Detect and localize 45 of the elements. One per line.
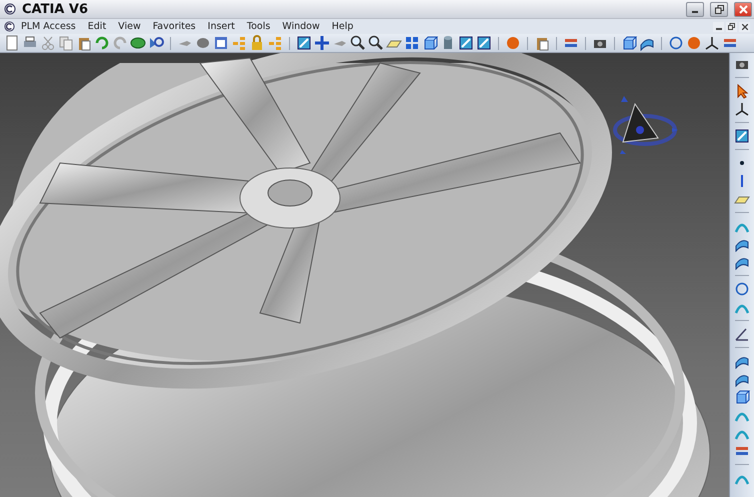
- app-logo-icon: [4, 3, 16, 15]
- app-logo-icon: [4, 21, 15, 32]
- frame-icon[interactable]: [458, 35, 474, 51]
- menu-item[interactable]: View: [112, 21, 147, 32]
- grid-icon[interactable]: [404, 35, 420, 51]
- menu-item[interactable]: PLM Access: [15, 21, 82, 32]
- close-button[interactable]: [739, 22, 750, 32]
- window-title: CATIA V6: [22, 2, 89, 16]
- restore-button[interactable]: [726, 22, 737, 32]
- sphere-icon[interactable]: [505, 35, 521, 51]
- close-icon: [738, 4, 748, 14]
- minimize-button[interactable]: [686, 2, 704, 16]
- menu-item[interactable]: Tools: [240, 21, 276, 32]
- paste-icon[interactable]: [76, 35, 92, 51]
- axis-icon[interactable]: [734, 101, 750, 117]
- menu-item[interactable]: Favorites: [146, 21, 202, 32]
- new-document-icon[interactable]: [4, 35, 20, 51]
- frame-icon[interactable]: [476, 35, 492, 51]
- four-way-arrow-icon[interactable]: [314, 35, 330, 51]
- padlock-icon[interactable]: [249, 35, 265, 51]
- speech-bubble-icon[interactable]: [195, 35, 211, 51]
- circle-icon[interactable]: [734, 281, 750, 297]
- cube-icon[interactable]: [422, 35, 438, 51]
- frame-icon[interactable]: [734, 128, 750, 144]
- axis-icon[interactable]: [704, 35, 720, 51]
- window-icon[interactable]: [213, 35, 229, 51]
- zoom-icon[interactable]: [368, 35, 384, 51]
- zoom-icon[interactable]: [350, 35, 366, 51]
- menu-item[interactable]: Insert: [202, 21, 241, 32]
- menu-item[interactable]: Edit: [82, 21, 112, 32]
- angle-icon[interactable]: [734, 326, 750, 342]
- paste-icon[interactable]: [534, 35, 550, 51]
- menu-item[interactable]: Window: [276, 21, 326, 32]
- restore-button[interactable]: [710, 2, 728, 16]
- frame-icon[interactable]: [296, 35, 312, 51]
- cube-icon[interactable]: [621, 35, 637, 51]
- minimize-button[interactable]: [713, 22, 724, 32]
- close-icon: [742, 24, 748, 30]
- restore-icon: [714, 4, 724, 14]
- cube-icon[interactable]: [734, 389, 750, 405]
- close-button[interactable]: [734, 2, 752, 16]
- menu-item[interactable]: Help: [326, 21, 360, 32]
- undo-icon[interactable]: [94, 35, 110, 51]
- restore-icon: [728, 23, 735, 30]
- circle-icon[interactable]: [668, 35, 684, 51]
